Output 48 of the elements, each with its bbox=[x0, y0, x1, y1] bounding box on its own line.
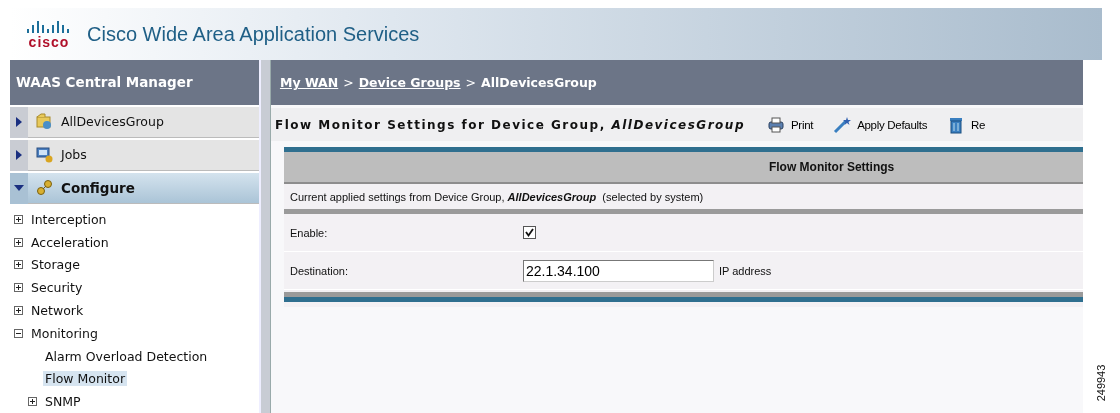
expand-box-icon[interactable] bbox=[14, 214, 23, 224]
app-title: Cisco Wide Area Application Services bbox=[87, 22, 420, 46]
folder-icon bbox=[36, 113, 53, 131]
field-label: Enable: bbox=[289, 226, 329, 239]
panel-note: Current applied settings from Device Group, AllDevicesGroup (selected by system) bbox=[288, 190, 705, 205]
tree-item[interactable]: Interception bbox=[29, 211, 109, 227]
panel-title: Flow Monitor Settings bbox=[768, 160, 895, 174]
tree-item[interactable]: Network bbox=[29, 302, 86, 318]
toolbar-button[interactable]: Apply Defaults bbox=[825, 113, 936, 136]
logo-text: cisco bbox=[28, 35, 70, 49]
breadcrumb-separator: > bbox=[465, 75, 477, 90]
field-hint: IP address bbox=[718, 264, 772, 277]
logo-bars-icon bbox=[26, 19, 72, 33]
toolbar-button[interactable]: Re bbox=[939, 113, 994, 136]
monitor-gear-icon bbox=[36, 146, 53, 164]
collapsed-arrow-icon bbox=[15, 117, 23, 128]
expanded-arrow-icon bbox=[14, 184, 24, 193]
expand-box-icon[interactable] bbox=[14, 305, 23, 315]
tree-item[interactable]: Alarm Overload Detection bbox=[43, 348, 210, 364]
expand-box-icon[interactable] bbox=[28, 397, 37, 407]
nav-item[interactable]: Jobs bbox=[10, 137, 260, 171]
toolbar-button[interactable]: Print bbox=[759, 113, 822, 136]
expand-box-icon[interactable] bbox=[14, 283, 23, 293]
breadcrumb-current: AllDevicesGroup bbox=[481, 75, 597, 90]
expand-box-icon[interactable] bbox=[14, 237, 23, 247]
gears-icon bbox=[36, 179, 53, 197]
tree-item[interactable]: Monitoring bbox=[29, 325, 100, 341]
nav-item[interactable]: Configure bbox=[10, 170, 260, 204]
tree-item[interactable]: Acceleration bbox=[29, 234, 111, 250]
sidebar-title: WAAS Central Manager bbox=[10, 60, 260, 105]
nav-item[interactable]: AllDevicesGroup bbox=[10, 104, 260, 138]
wand-icon bbox=[833, 115, 852, 134]
breadcrumb-link[interactable]: Device Groups bbox=[358, 75, 461, 90]
checkbox[interactable] bbox=[522, 226, 536, 239]
page-title: Flow Monitor Settings for Device Group, AllDevicesGroup bbox=[274, 117, 745, 132]
tree-item[interactable]: Flow Monitor bbox=[43, 371, 128, 387]
tree-item[interactable]: Security bbox=[29, 280, 85, 296]
collapsed-arrow-icon bbox=[15, 150, 23, 161]
field-label: Destination: bbox=[289, 264, 350, 277]
collapse-box-icon[interactable] bbox=[14, 328, 23, 338]
breadcrumb-separator: > bbox=[343, 75, 354, 90]
printer-icon bbox=[767, 115, 785, 134]
tree-item[interactable]: SNMP bbox=[43, 394, 83, 410]
expand-box-icon[interactable] bbox=[14, 260, 23, 270]
breadcrumb-link[interactable]: My WAN bbox=[279, 75, 339, 90]
text-field[interactable]: 22.1.34.100 bbox=[522, 259, 714, 282]
figure-number: 249943 bbox=[1095, 364, 1108, 402]
tree-item[interactable]: Storage bbox=[29, 257, 82, 273]
